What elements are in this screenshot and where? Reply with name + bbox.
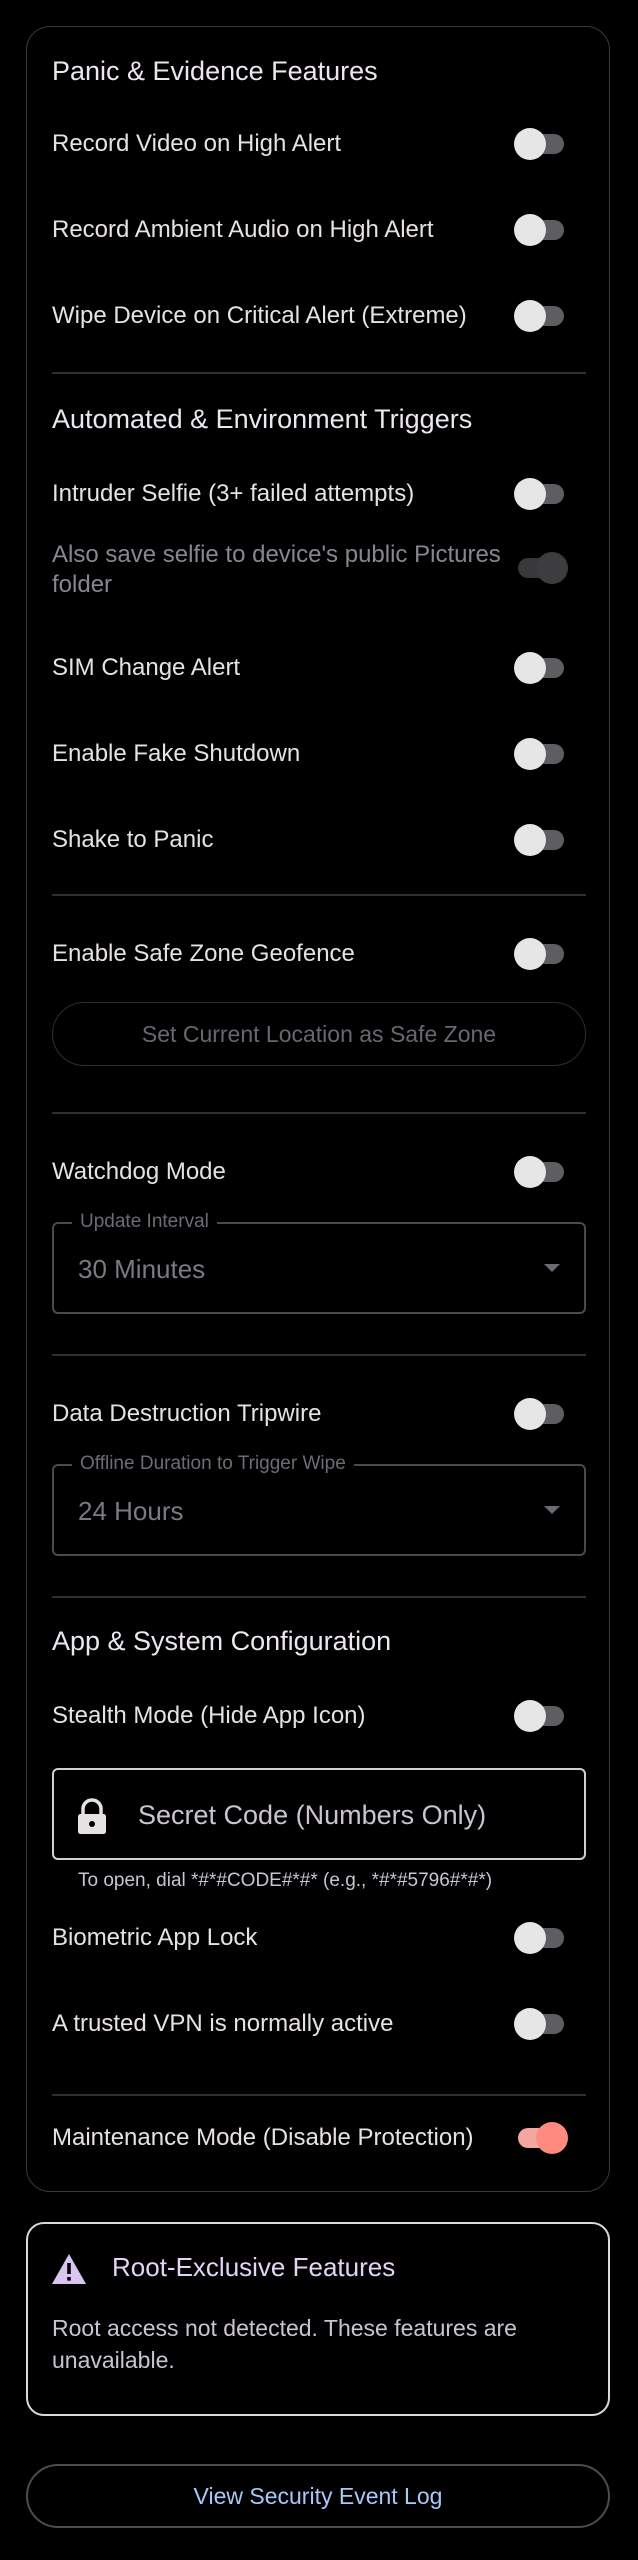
config-section-title: App & System Configuration xyxy=(52,1626,392,1656)
divider xyxy=(52,1354,586,1356)
wipe-device-label: Wipe Device on Critical Alert (Extreme) xyxy=(52,302,467,329)
geofence-label: Enable Safe Zone Geofence xyxy=(52,940,355,967)
stealth-mode-switch[interactable] xyxy=(514,1700,568,1732)
offline-duration-select[interactable]: Offline Duration to Trigger Wipe 24 Hour… xyxy=(52,1453,586,1556)
root-features-card: Root-Exclusive Features Root access not … xyxy=(26,2222,610,2416)
divider xyxy=(52,2094,586,2096)
root-features-message: Root access not detected. These features… xyxy=(52,2315,517,2373)
shake-to-panic-label: Shake to Panic xyxy=(52,826,214,853)
geofence-switch[interactable] xyxy=(514,938,568,970)
lock-icon xyxy=(78,1798,106,1834)
update-interval-legend: Update Interval xyxy=(72,1211,217,1233)
automated-section-title: Automated & Environment Triggers xyxy=(52,404,473,434)
intruder-selfie-switch[interactable] xyxy=(514,478,568,510)
warning-icon xyxy=(52,2254,86,2284)
shake-to-panic-switch[interactable] xyxy=(514,824,568,856)
secret-code-input[interactable]: Secret Code (Numbers Only) xyxy=(52,1768,586,1860)
watchdog-switch[interactable] xyxy=(514,1156,568,1188)
watchdog-label: Watchdog Mode xyxy=(52,1158,226,1185)
record-audio-label: Record Ambient Audio on High Alert xyxy=(52,216,434,243)
divider xyxy=(52,372,586,374)
panic-section-title: Panic & Evidence Features xyxy=(52,56,378,86)
maintenance-mode-switch[interactable] xyxy=(514,2122,568,2154)
update-interval-select[interactable]: Update Interval 30 Minutes xyxy=(52,1211,586,1314)
view-security-log-button[interactable]: View Security Event Log xyxy=(26,2464,610,2528)
fake-shutdown-label: Enable Fake Shutdown xyxy=(52,740,301,767)
maintenance-mode-label: Maintenance Mode (Disable Protection) xyxy=(52,2124,474,2151)
trusted-vpn-label: A trusted VPN is normally active xyxy=(52,2010,394,2037)
sim-change-switch[interactable] xyxy=(514,652,568,684)
fake-shutdown-switch[interactable] xyxy=(514,738,568,770)
update-interval-value: 30 Minutes xyxy=(78,1254,206,1284)
root-features-title: Root-Exclusive Features xyxy=(112,2252,396,2282)
divider xyxy=(52,1112,586,1114)
secret-code-placeholder: Secret Code (Numbers Only) xyxy=(138,1800,487,1830)
biometric-lock-switch[interactable] xyxy=(514,1922,568,1954)
tripwire-switch[interactable] xyxy=(514,1398,568,1430)
settings-card xyxy=(26,26,610,2192)
dropdown-arrow-icon xyxy=(544,1264,560,1272)
intruder-selfie-label: Intruder Selfie (3+ failed attempts) xyxy=(52,480,415,507)
sim-change-label: SIM Change Alert xyxy=(52,654,241,681)
offline-duration-legend: Offline Duration to Trigger Wipe xyxy=(72,1453,354,1475)
set-safe-zone-button[interactable]: Set Current Location as Safe Zone xyxy=(52,1002,586,1066)
record-video-switch[interactable] xyxy=(514,128,568,160)
dropdown-arrow-icon xyxy=(544,1506,560,1514)
secret-code-helper: To open, dial *#*#CODE#*#* (e.g., *#*#57… xyxy=(78,1870,493,1891)
offline-duration-value: 24 Hours xyxy=(78,1496,184,1526)
divider xyxy=(52,1596,586,1598)
record-audio-switch[interactable] xyxy=(514,214,568,246)
stealth-mode-label: Stealth Mode (Hide App Icon) xyxy=(52,1702,366,1729)
divider xyxy=(52,894,586,896)
wipe-device-switch[interactable] xyxy=(514,300,568,332)
trusted-vpn-switch[interactable] xyxy=(514,2008,568,2040)
tripwire-label: Data Destruction Tripwire xyxy=(52,1400,322,1427)
save-selfie-switch[interactable] xyxy=(514,552,568,584)
biometric-lock-label: Biometric App Lock xyxy=(52,1924,258,1951)
save-selfie-label: Also save selfie to device's public Pict… xyxy=(52,541,501,598)
record-video-label: Record Video on High Alert xyxy=(52,130,342,157)
